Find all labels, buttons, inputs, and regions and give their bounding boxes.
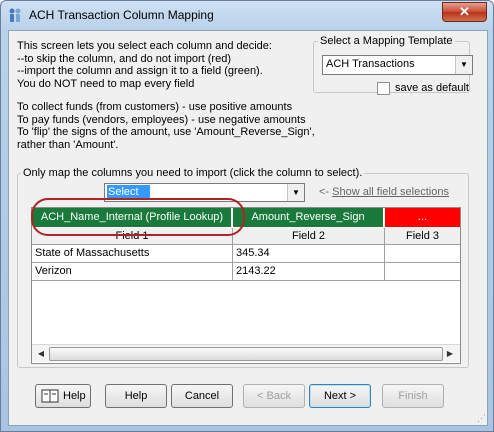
save-as-default-checkbox[interactable] [377, 82, 390, 95]
grid-cell[interactable]: Verizon [32, 263, 233, 281]
mapping-template-legend: Select a Mapping Template [320, 35, 453, 47]
dialog-body: This screen lets you select each column … [8, 30, 488, 426]
annotation-highlight-ring [31, 198, 245, 236]
grid-cell[interactable] [385, 245, 460, 263]
title-bar[interactable]: ACH Transaction Column Mapping ✕ [1, 1, 493, 29]
column-header-field-2[interactable]: Field 2 [233, 228, 385, 245]
back-button[interactable]: < Back [243, 384, 305, 408]
next-button-label: Next > [323, 390, 357, 402]
scroll-left-icon[interactable]: ◀ [33, 346, 49, 361]
chevron-down-icon[interactable]: ▼ [455, 56, 472, 74]
close-icon: ✕ [459, 4, 470, 19]
amount-sign-instructions: To collect funds (from customers) - use … [17, 101, 315, 151]
finish-button[interactable]: Finish [382, 384, 444, 408]
cancel-button-label: Cancel [184, 390, 220, 402]
mapping-template-select[interactable]: ACH Transactions ▼ [322, 55, 473, 75]
grid-cell[interactable]: State of Massachusetts [32, 245, 233, 263]
grid-cell[interactable] [385, 263, 460, 281]
column-header-field-3[interactable]: Field 3 [385, 228, 460, 245]
finish-button-label: Finish [398, 390, 428, 402]
close-button[interactable]: ✕ [442, 2, 487, 22]
help-button-label: Help [124, 390, 148, 402]
field-assignment-value: Select [107, 185, 150, 199]
dialog-window: ACH Transaction Column Mapping ✕ This sc… [0, 0, 494, 432]
cancel-button[interactable]: Cancel [171, 384, 233, 408]
mapping-cell-field-2[interactable]: Amount_Reverse_Sign [233, 208, 383, 227]
next-button[interactable]: Next > [309, 384, 371, 408]
show-all-fields-label: Show all field selections [332, 186, 449, 198]
scroll-right-icon[interactable]: ▶ [442, 346, 458, 361]
window-title: ACH Transaction Column Mapping [29, 8, 214, 22]
resize-grip-icon[interactable]: ⋰ [477, 413, 486, 424]
chevron-down-icon[interactable]: ▼ [287, 184, 304, 201]
help-book-icon [41, 389, 59, 403]
grid-cell[interactable]: 345.34 [233, 245, 385, 263]
save-as-default-label: save as default [395, 82, 469, 94]
help-icon-button-label: Help [63, 390, 86, 402]
scrollbar-thumb[interactable] [49, 347, 443, 361]
show-all-fields-link[interactable]: <- Show all field selections [319, 186, 449, 198]
app-people-icon [9, 8, 21, 22]
horizontal-scrollbar[interactable]: ◀ ▶ [32, 344, 460, 362]
mapping-cell-field-3[interactable]: ... [385, 208, 460, 227]
mapping-template-value: ACH Transactions [326, 58, 415, 70]
grid-cell[interactable]: 2143.22 [233, 263, 385, 281]
instructions-text: This screen lets you select each column … [17, 40, 272, 90]
column-mapping-legend: Only map the columns you need to import … [23, 167, 363, 179]
help-icon-button[interactable]: Help [35, 384, 91, 408]
show-all-arrow: <- [319, 186, 330, 198]
back-button-label: < Back [257, 390, 291, 402]
help-button[interactable]: Help [105, 384, 167, 408]
